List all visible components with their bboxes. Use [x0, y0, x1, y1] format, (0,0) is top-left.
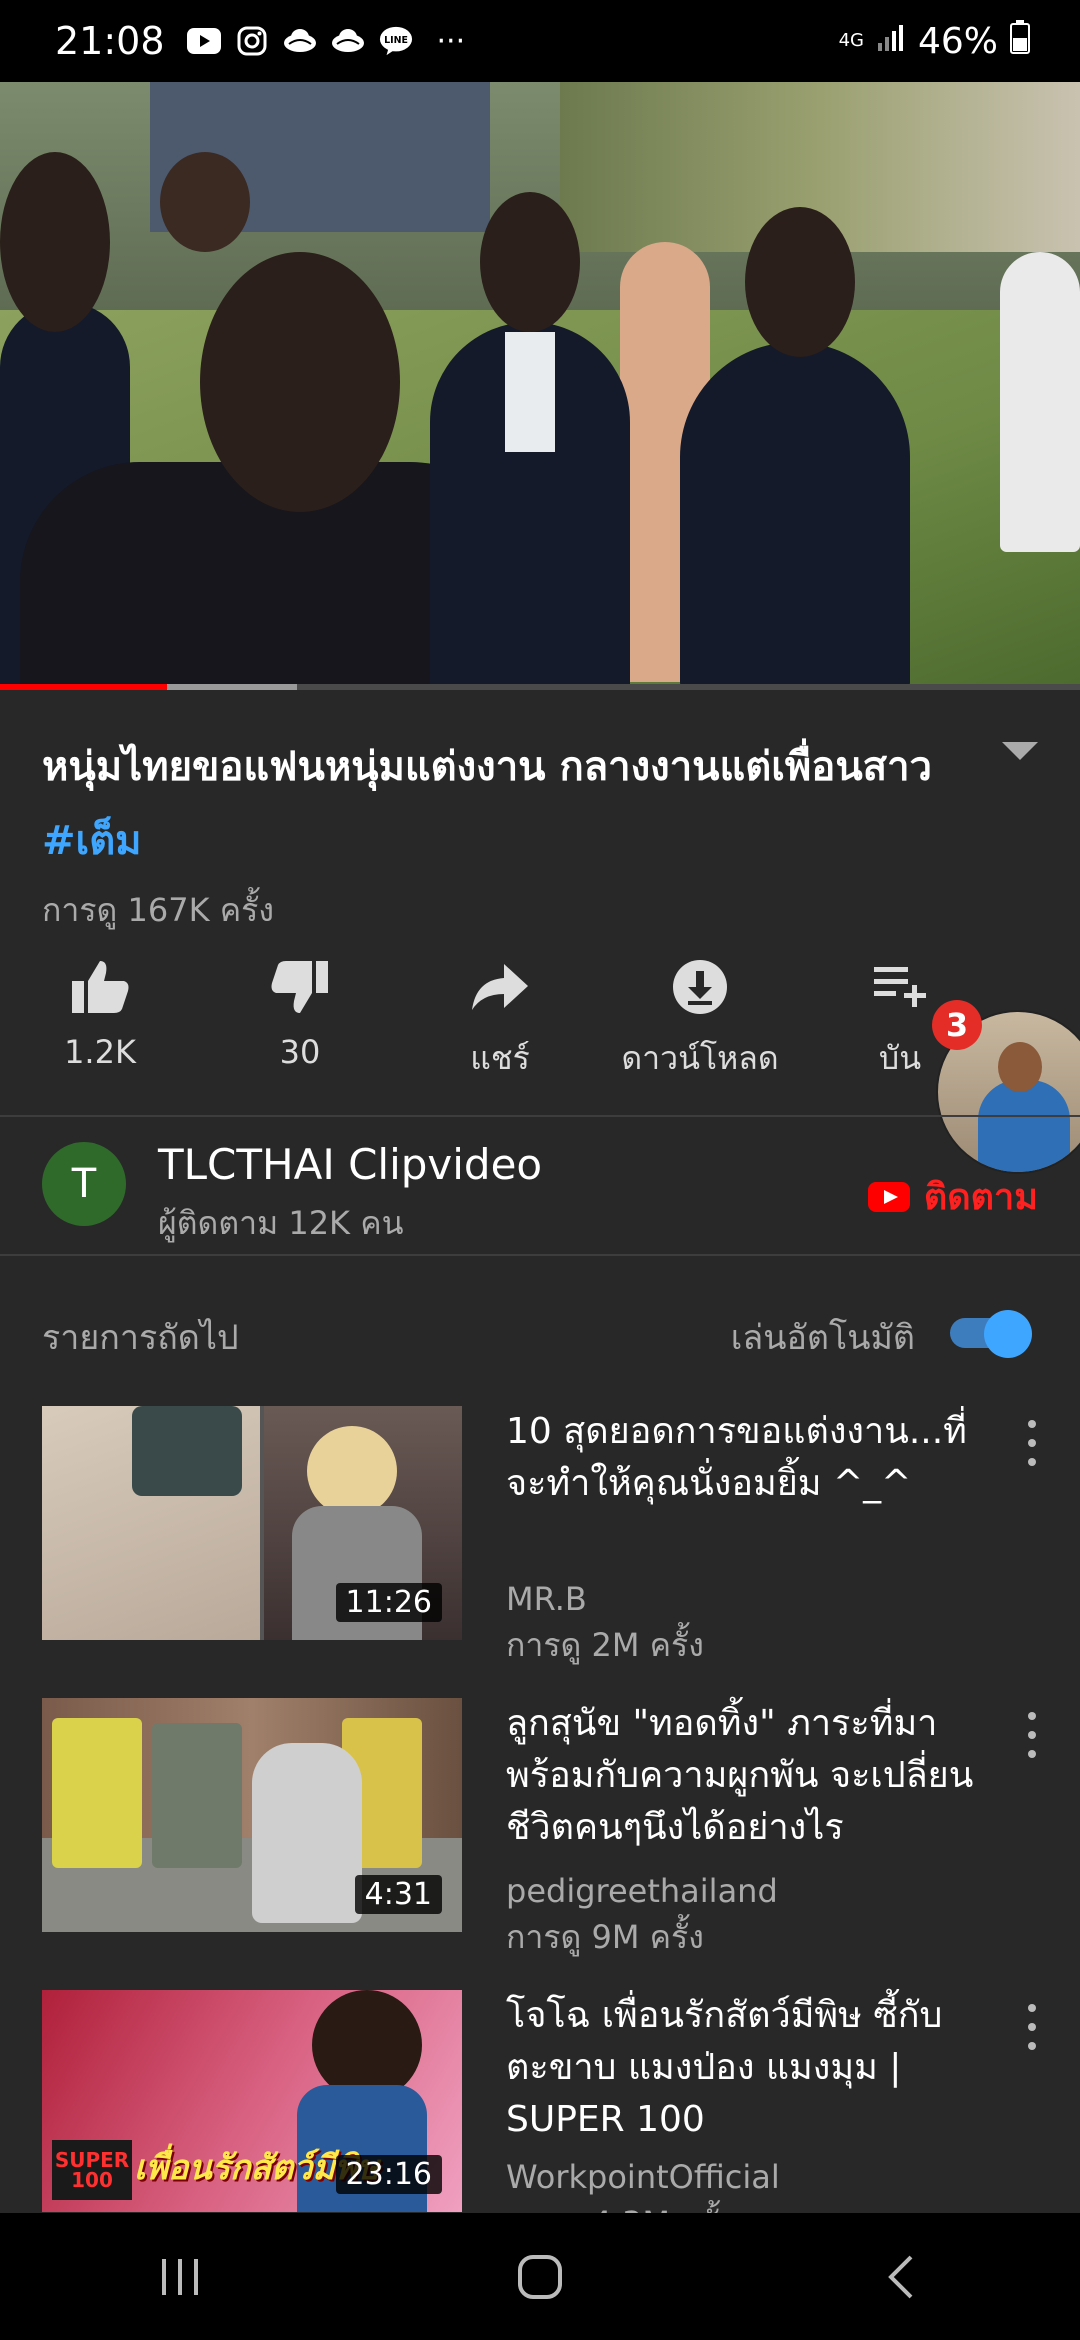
- thumb-up-icon: [70, 955, 130, 1019]
- download-button[interactable]: ดาวน์โหลด: [600, 955, 800, 1085]
- expand-description-icon[interactable]: [1002, 742, 1038, 760]
- video-thumbnail[interactable]: 11:26: [42, 1406, 462, 1640]
- system-navigation-bar: [0, 2213, 1080, 2340]
- network-type: 4G: [838, 30, 864, 51]
- dislike-button[interactable]: 30: [200, 955, 400, 1085]
- list-item[interactable]: SUPER 100 เพื่อนรักสัตว์มีพิษ 23:16 โจโฉ…: [0, 1990, 1080, 2250]
- subscribe-button[interactable]: ติดตาม: [867, 1168, 1038, 1225]
- video-player[interactable]: [0, 82, 1080, 690]
- subscribe-label: ติดตาม: [923, 1177, 1038, 1218]
- subscriber-count: ผู้ติดตาม 12K คน: [158, 1204, 404, 1242]
- autoplay-toggle[interactable]: [950, 1310, 1032, 1358]
- status-time: 21:08: [55, 19, 165, 63]
- download-label: ดาวน์โหลด: [621, 1039, 779, 1077]
- home-icon: [518, 2254, 562, 2299]
- like-count: 1.2K: [64, 1033, 136, 1071]
- video-thumbnail[interactable]: 4:31: [42, 1698, 462, 1932]
- recent-apps-icon: [162, 2258, 198, 2295]
- video-item-views: การดู 9M ครั้ง: [506, 1918, 704, 1956]
- save-label: บัน: [878, 1039, 922, 1077]
- divider: [0, 1254, 1080, 1256]
- svg-text:LINE: LINE: [384, 35, 408, 46]
- video-duration: 4:31: [354, 1875, 442, 1914]
- share-icon: [470, 955, 530, 1019]
- video-item-channel: MR.B: [506, 1580, 587, 1618]
- video-item-channel: WorkpointOfficial: [506, 2158, 780, 2196]
- download-icon: [672, 955, 728, 1019]
- video-item-views: การดู 2M ครั้ง: [506, 1626, 704, 1664]
- more-notifications-icon: ···: [436, 23, 466, 59]
- like-button[interactable]: 1.2K: [0, 955, 200, 1085]
- thumbnail-badge: SUPER 100: [52, 2140, 132, 2200]
- video-duration: 23:16: [335, 2155, 442, 2194]
- notification-count-badge: 3: [932, 1000, 982, 1050]
- divider: [0, 1115, 1080, 1117]
- video-item-title[interactable]: โจโฉ เพื่อนรักสัตว์มีพิษ ซี้กับตะขาบ แมง…: [506, 1990, 976, 2146]
- share-button[interactable]: แชร์: [400, 955, 600, 1085]
- video-actions: 1.2K 30 แชร์ ดาวน์โหลด บัน: [0, 955, 1080, 1085]
- more-options-icon[interactable]: [1022, 1712, 1042, 1758]
- autoplay-label: เล่นอัตโนมัติ: [730, 1318, 915, 1358]
- video-thumbnail[interactable]: SUPER 100 เพื่อนรักสัตว์มีพิษ 23:16: [42, 1990, 462, 2212]
- channel-row[interactable]: T TLCTHAI Clipvideo ผู้ติดตาม 12K คน ติด…: [0, 1118, 1080, 1254]
- battery-percent: 46%: [917, 20, 998, 62]
- channel-name[interactable]: TLCTHAI Clipvideo: [158, 1140, 542, 1189]
- share-label: แชร์: [470, 1039, 530, 1077]
- video-item-title[interactable]: ลูกสุนัข "ทอดทิ้ง" ภาระที่มาพร้อมกับความ…: [506, 1698, 976, 1854]
- status-right: 4G 46%: [839, 0, 1030, 82]
- list-item[interactable]: 4:31 ลูกสุนัข "ทอดทิ้ง" ภาระที่มาพร้อมกั…: [0, 1698, 1080, 1958]
- view-count: การดู 167K ครั้ง: [42, 891, 274, 929]
- list-item[interactable]: 11:26 10 สุดยอดการขอแต่งงาน...ที่จะทำให้…: [0, 1406, 1080, 1666]
- line-notification-icon: LINE: [379, 24, 413, 58]
- signal-icon: [876, 21, 906, 62]
- video-title-text: หนุ่มไทยขอแฟนหนุ่มแต่งงาน กลางงานแต่เพื่…: [42, 744, 932, 790]
- more-options-icon[interactable]: [1022, 2004, 1042, 2050]
- cloud-notification-icon: [283, 24, 317, 58]
- progress-played: [0, 684, 168, 690]
- notification-icons: LINE ···: [186, 23, 466, 59]
- battery-icon: [1010, 19, 1030, 63]
- dislike-count: 30: [279, 1033, 321, 1071]
- youtube-icon: [867, 1181, 910, 1212]
- instagram-notification-icon: [235, 24, 269, 58]
- video-title: หนุ่มไทยขอแฟนหนุ่มแต่งงาน กลางงานแต่เพื่…: [42, 730, 972, 878]
- video-item-channel: pedigreethailand: [506, 1872, 778, 1910]
- playlist-add-icon: [872, 955, 928, 1019]
- recent-apps-button[interactable]: [80, 2227, 280, 2327]
- back-button[interactable]: [800, 2227, 1000, 2327]
- up-next-label: รายการถัดไป: [42, 1318, 239, 1358]
- video-hashtag-link[interactable]: #เต็ม: [42, 818, 142, 864]
- back-icon: [888, 2255, 913, 2298]
- channel-avatar[interactable]: T: [42, 1142, 126, 1226]
- video-title-block[interactable]: หนุ่มไทยขอแฟนหนุ่มแต่งงาน กลางงานแต่เพื่…: [42, 730, 972, 878]
- thumb-down-icon: [270, 955, 330, 1019]
- home-button[interactable]: [440, 2227, 640, 2327]
- youtube-notification-icon: [186, 24, 221, 58]
- video-item-title[interactable]: 10 สุดยอดการขอแต่งงาน...ที่จะทำให้คุณนั่…: [506, 1406, 976, 1510]
- cloud-notification-icon-2: [331, 24, 365, 58]
- video-progress-bar[interactable]: [0, 684, 1080, 690]
- more-options-icon[interactable]: [1022, 1420, 1042, 1466]
- video-duration: 11:26: [335, 1583, 442, 1622]
- status-bar: 21:08 LINE ··· 4G 46%: [0, 0, 1080, 82]
